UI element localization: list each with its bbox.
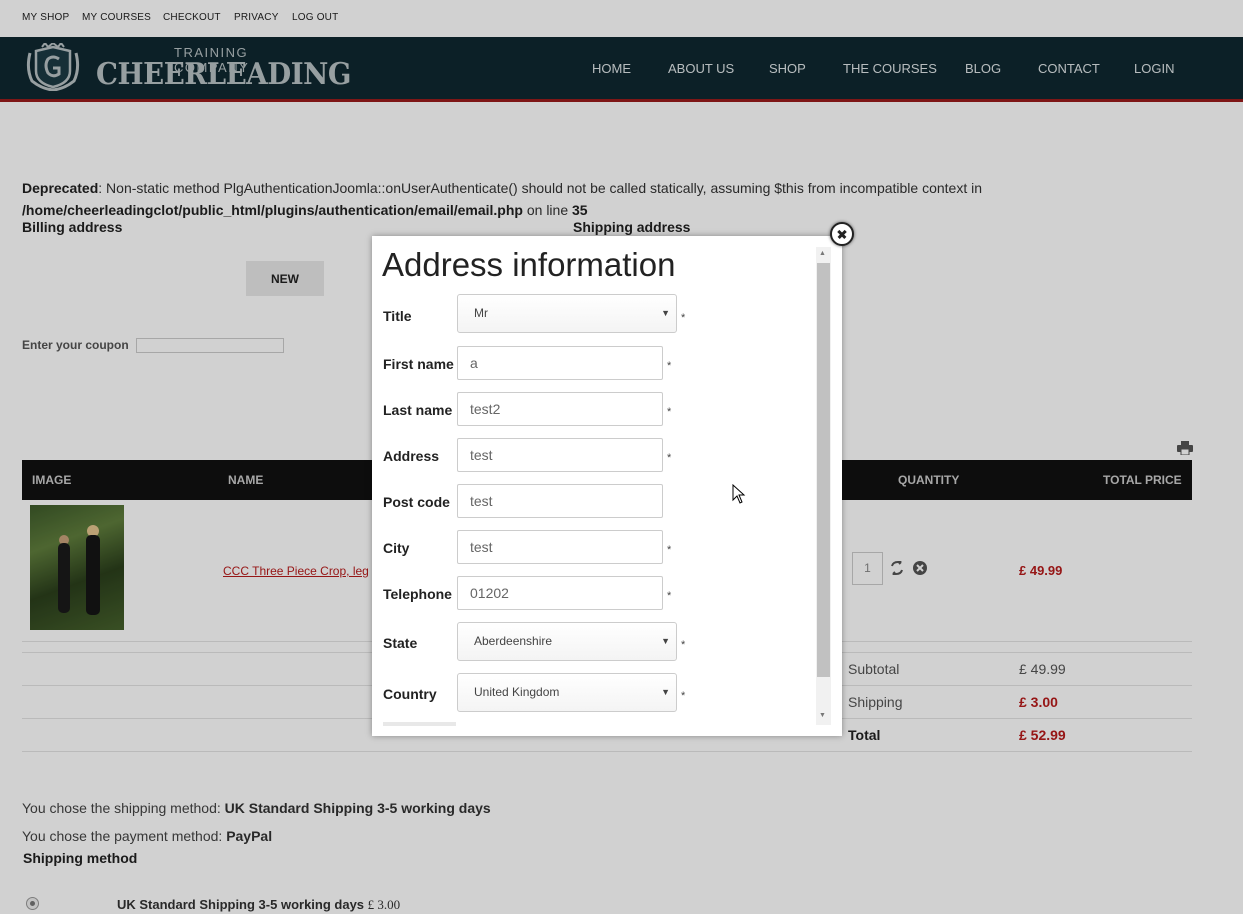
modal-title: Address information	[382, 246, 676, 283]
post-code-label: Post code	[383, 494, 450, 510]
last-name-label: Last name	[383, 402, 453, 418]
chevron-down-icon: ▼	[661, 687, 670, 697]
close-icon[interactable]	[830, 222, 854, 246]
first-name-label: First name	[383, 356, 454, 372]
country-select-value: United Kingdom	[474, 685, 560, 699]
city-input[interactable]: test	[457, 530, 663, 564]
required-mark: *	[667, 590, 672, 602]
title-label: Title	[383, 308, 412, 324]
telephone-input[interactable]: 01202	[457, 576, 663, 610]
title-select[interactable]: Mr ▼	[457, 294, 677, 333]
modal-scrollbar[interactable]: ▲ ▼	[816, 247, 831, 725]
state-label: State	[383, 635, 418, 651]
required-mark: *	[681, 690, 686, 702]
required-mark: *	[681, 639, 686, 651]
country-label: Country	[383, 686, 437, 702]
address-input[interactable]: test	[457, 438, 663, 472]
last-name-input[interactable]: test2	[457, 392, 663, 426]
scroll-down-icon[interactable]: ▼	[819, 712, 826, 719]
telephone-label: Telephone	[383, 586, 452, 602]
state-select-value: Aberdeenshire	[474, 634, 553, 648]
post-code-input[interactable]: test	[457, 484, 663, 518]
scroll-up-icon[interactable]: ▲	[819, 250, 826, 257]
mouse-cursor-icon	[732, 484, 746, 504]
chevron-down-icon: ▼	[661, 636, 670, 646]
chevron-down-icon: ▼	[661, 308, 670, 318]
country-select[interactable]: United Kingdom ▼	[457, 673, 677, 712]
first-name-input[interactable]: a	[457, 346, 663, 380]
title-select-value: Mr	[474, 306, 488, 320]
scrollbar-thumb[interactable]	[817, 263, 830, 677]
required-mark: *	[667, 406, 672, 418]
address-label: Address	[383, 448, 440, 464]
required-mark: *	[667, 360, 672, 372]
required-mark: *	[667, 452, 672, 464]
hidden-button-edge	[383, 722, 456, 726]
required-mark: *	[681, 312, 686, 324]
city-label: City	[383, 540, 410, 556]
address-modal: Address information Title Mr ▼ * First n…	[372, 236, 842, 736]
state-select[interactable]: Aberdeenshire ▼	[457, 622, 677, 661]
required-mark: *	[667, 544, 672, 556]
